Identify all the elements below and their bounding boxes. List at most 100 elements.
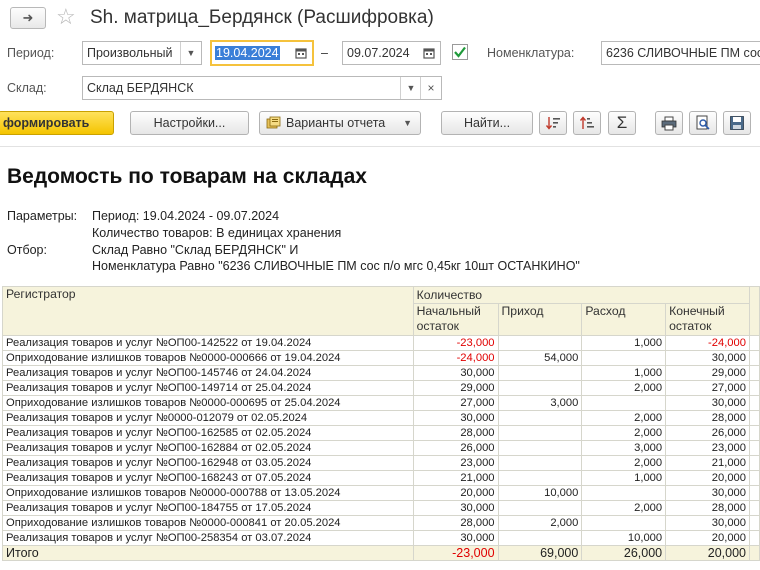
expense-cell (581, 485, 667, 501)
receipt-cell (497, 410, 583, 426)
end-balance-cell: 30,000 (665, 515, 750, 531)
table-row[interactable]: Реализация товаров и услуг №ОП00-145746 … (2, 365, 760, 381)
warehouse-input[interactable]: Склад БЕРДЯНСК ▼ × (82, 76, 442, 100)
toolbar-divider (0, 146, 760, 147)
start-balance-cell: 21,000 (412, 470, 499, 486)
table-row[interactable]: Оприходование излишков товаров №0000-000… (2, 485, 760, 501)
table-row[interactable]: Реализация товаров и услуг №ОП00-162585 … (2, 425, 760, 441)
header-end-balance: Конечный остаток (665, 303, 750, 336)
calendar-icon[interactable] (290, 42, 312, 64)
date-to-value: 09.07.2024 (347, 46, 410, 60)
print-button[interactable] (655, 111, 683, 135)
end-balance-cell: 27,000 (665, 380, 750, 396)
registrar-cell: Реализация товаров и услуг №ОП00-168243 … (2, 470, 414, 486)
table-row[interactable]: Оприходование излишков товаров №0000-000… (2, 515, 760, 531)
report-variants-label: Варианты отчета (286, 116, 386, 130)
date-from-value: 19.04.2024 (215, 46, 280, 60)
table-row[interactable]: Реализация товаров и услуг №ОП00-168243 … (2, 470, 760, 486)
overflow-cell (748, 470, 760, 486)
table-row[interactable]: Реализация товаров и услуг №ОП00-142522 … (2, 335, 760, 351)
expense-cell: 2,000 (581, 410, 667, 426)
params-label: Параметры: (7, 209, 78, 223)
print-preview-button[interactable] (689, 111, 717, 135)
end-balance-cell: 21,000 (665, 455, 750, 471)
params-quantity-mode: Количество товаров: В единицах хранения (92, 226, 342, 240)
total-start: -23,000 (412, 545, 499, 561)
report-variants-button[interactable]: Варианты отчета ▼ (259, 111, 421, 135)
navigate-forward-button[interactable]: ➜ (10, 7, 46, 29)
table-row[interactable]: Реализация товаров и услуг №ОП00-184755 … (2, 500, 760, 516)
find-button[interactable]: Найти... (441, 111, 533, 135)
chevron-down-icon[interactable]: ▼ (180, 42, 201, 64)
expense-cell: 1,000 (581, 365, 667, 381)
overflow-cell (748, 395, 760, 411)
expense-cell (581, 395, 667, 411)
registrar-cell: Реализация товаров и услуг №ОП00-162948 … (2, 455, 414, 471)
settings-button[interactable]: Настройки... (130, 111, 249, 135)
end-balance-cell: -24,000 (665, 335, 750, 351)
calendar-icon[interactable] (418, 42, 440, 64)
expense-cell: 1,000 (581, 335, 667, 351)
table-row[interactable]: Реализация товаров и услуг №ОП00-149714 … (2, 380, 760, 396)
clear-icon[interactable]: × (420, 77, 441, 99)
expense-cell: 2,000 (581, 455, 667, 471)
registrar-cell: Оприходование излишков товаров №0000-000… (2, 350, 414, 366)
sort-ascending-button[interactable] (573, 111, 601, 135)
overflow-cell (748, 410, 760, 426)
table-row[interactable]: Реализация товаров и услуг №0000-012079 … (2, 410, 760, 426)
receipt-cell (497, 470, 583, 486)
arrow-right-icon: ➜ (22, 10, 34, 25)
start-balance-cell: 30,000 (412, 530, 499, 546)
expense-cell: 10,000 (581, 530, 667, 546)
date-to-input[interactable]: 09.07.2024 (342, 41, 441, 65)
end-balance-cell: 30,000 (665, 395, 750, 411)
end-balance-cell: 28,000 (665, 500, 750, 516)
sum-button[interactable]: Σ (608, 111, 636, 135)
start-balance-cell: 28,000 (412, 425, 499, 441)
total-expense: 26,000 (581, 545, 667, 561)
generate-button[interactable]: формировать (0, 111, 114, 135)
expense-cell (581, 350, 667, 366)
receipt-cell: 54,000 (497, 350, 583, 366)
receipt-cell (497, 380, 583, 396)
registrar-cell: Оприходование излишков товаров №0000-000… (2, 395, 414, 411)
table-row[interactable]: Реализация товаров и услуг №ОП00-162948 … (2, 455, 760, 471)
title-bar: ➜ ☆ Sh. матрица_Бердянск (Расшифровка) (0, 0, 760, 38)
period-type-select[interactable]: Произвольный ▼ (82, 41, 202, 65)
overflow-cell (748, 350, 760, 366)
warehouse-value: Склад БЕРДЯНСК (87, 81, 194, 95)
table-row[interactable]: Оприходование излишков товаров №0000-000… (2, 350, 760, 366)
receipt-cell: 2,000 (497, 515, 583, 531)
floppy-disk-icon (730, 116, 744, 130)
save-button[interactable] (723, 111, 751, 135)
chevron-down-icon[interactable]: ▼ (400, 77, 421, 99)
table-row[interactable]: Оприходование излишков товаров №0000-000… (2, 395, 760, 411)
expense-cell: 2,000 (581, 500, 667, 516)
total-receipt: 69,000 (497, 545, 583, 561)
sigma-icon: Σ (616, 113, 628, 132)
filter-nomenclature: Номенклатура Равно "6236 СЛИВОЧНЫЕ ПМ со… (92, 259, 580, 273)
registrar-cell: Реализация товаров и услуг №0000-012079 … (2, 410, 414, 426)
nomenclature-input[interactable]: 6236 СЛИВОЧНЫЕ ПМ сос п/о мгс 0,45кг 10ш… (601, 41, 760, 65)
sort-descending-button[interactable] (539, 111, 567, 135)
table-row[interactable]: Реализация товаров и услуг №ОП00-258354 … (2, 530, 760, 546)
header-expense: Расход (581, 303, 667, 336)
overflow-cell (748, 530, 760, 546)
registrar-cell: Реализация товаров и услуг №ОП00-162884 … (2, 440, 414, 456)
receipt-cell (497, 425, 583, 441)
favorite-star-icon[interactable]: ☆ (56, 4, 76, 30)
params-period: Период: 19.04.2024 - 09.07.2024 (92, 209, 280, 223)
filter-warehouse: Склад Равно "Склад БЕРДЯНСК" И (92, 243, 299, 257)
start-balance-cell: 28,000 (412, 515, 499, 531)
overflow-cell (748, 485, 760, 501)
overflow-cell (748, 425, 760, 441)
receipt-cell (497, 500, 583, 516)
registrar-cell: Реализация товаров и услуг №ОП00-162585 … (2, 425, 414, 441)
report-title: Ведомость по товарам на складах (7, 165, 367, 188)
nomenclature-checkbox[interactable] (452, 44, 468, 60)
date-separator: – (321, 46, 328, 60)
report-table: Регистратор Количество Начальный остаток… (2, 286, 760, 561)
date-from-input[interactable]: 19.04.2024 (210, 40, 314, 66)
table-row[interactable]: Реализация товаров и услуг №ОП00-162884 … (2, 440, 760, 456)
header-receipt: Приход (497, 303, 583, 336)
